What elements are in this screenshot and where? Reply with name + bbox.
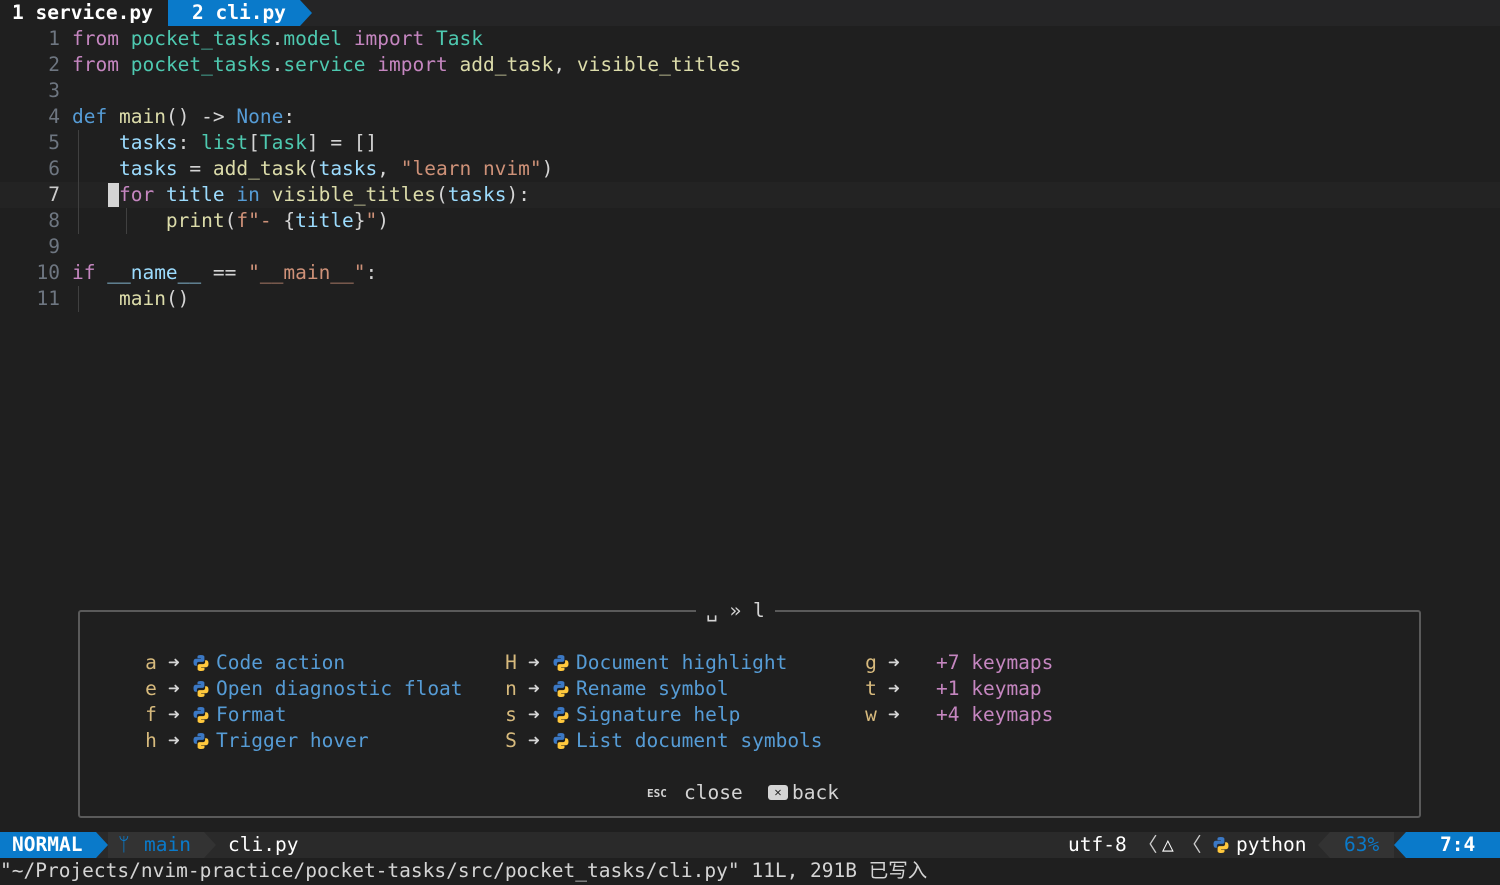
arrow-right-icon: ➜ (168, 677, 180, 700)
arrow-right-icon: ➜ (528, 729, 540, 752)
scroll-percent: 63% (1344, 833, 1380, 856)
code-line[interactable]: def main() -> None: (72, 104, 295, 130)
git-branch: main (144, 833, 191, 856)
percent-separator (1318, 832, 1330, 858)
python-icon (553, 681, 569, 697)
esc-key-icon: ESC (647, 787, 667, 800)
arrow-right-icon: ➜ (168, 703, 180, 726)
tab-separator (300, 0, 312, 26)
line-number: 9 (48, 235, 60, 258)
which-key-key[interactable]: H (504, 650, 518, 676)
chevron-left-icon: 〈 (1138, 833, 1158, 856)
code-line[interactable]: main() (72, 286, 189, 312)
line-number: 6 (48, 157, 60, 180)
python-icon (553, 733, 569, 749)
which-key-action[interactable]: Code action (216, 650, 345, 676)
close-hint[interactable]: close (684, 780, 743, 806)
which-key-action[interactable]: Format (216, 702, 286, 728)
code-line[interactable]: tasks = add_task(tasks, "learn nvim") (72, 156, 553, 182)
which-key-action[interactable]: Signature help (576, 702, 740, 728)
file-encoding: utf-8 (1068, 833, 1127, 856)
which-key-action[interactable]: Trigger hover (216, 728, 369, 754)
line-number: 2 (48, 53, 60, 76)
branch-separator (204, 832, 216, 858)
indent-guide (78, 286, 79, 312)
python-icon (193, 655, 209, 671)
which-key-key[interactable]: h (144, 728, 158, 754)
position-separator (1394, 832, 1406, 858)
line-number: 4 (48, 105, 60, 128)
tabline: 1 service.py 2 cli.py (0, 0, 1500, 26)
arrow-right-icon: ➜ (888, 677, 900, 700)
which-key-action[interactable]: List document symbols (576, 728, 823, 754)
line-number: 3 (48, 79, 60, 102)
arrow-right-icon: ➜ (168, 651, 180, 674)
text-cursor (108, 183, 119, 207)
code-line[interactable]: if __name__ == "__main__": (72, 260, 377, 286)
which-key-group[interactable]: +7 keymaps (936, 650, 1053, 676)
cursor-position: 7:4 (1440, 833, 1476, 856)
arrow-right-icon: ➜ (528, 677, 540, 700)
python-icon (553, 655, 569, 671)
code-line[interactable]: from pocket_tasks.service import add_tas… (72, 52, 741, 78)
statusline: NORMAL ᛘ main cli.py utf-8 〈 △ 〈 python … (0, 832, 1500, 858)
which-key-title: ␣ » l (696, 598, 775, 624)
arrow-right-icon: ➜ (888, 703, 900, 726)
which-key-key[interactable]: n (504, 676, 518, 702)
which-key-key[interactable]: S (504, 728, 518, 754)
backspace-key-icon: ✕ (768, 785, 788, 800)
tab-service-py[interactable]: 1 service.py (0, 0, 168, 26)
arrow-right-icon: ➜ (528, 651, 540, 674)
file-name: cli.py (228, 833, 299, 856)
python-icon (193, 733, 209, 749)
line-number: 1 (48, 27, 60, 50)
which-key-key[interactable]: t (864, 676, 878, 702)
line-number: 7 (48, 183, 60, 206)
which-key-key[interactable]: a (144, 650, 158, 676)
indent-guide (78, 130, 79, 234)
indent-guide (126, 208, 127, 234)
which-key-action[interactable]: Open diagnostic float (216, 676, 463, 702)
code-line[interactable]: print(f"- {title}") (72, 208, 389, 234)
arrow-right-icon: ➜ (888, 651, 900, 674)
linux-icon: △ (1162, 833, 1174, 856)
line-number: 11 (36, 287, 60, 310)
which-key-action[interactable]: Rename symbol (576, 676, 729, 702)
tab-cli-py[interactable]: 2 cli.py (168, 0, 300, 26)
code-line[interactable]: tasks: list[Task] = [] (72, 130, 377, 156)
which-key-key[interactable]: f (144, 702, 158, 728)
python-icon (1213, 837, 1229, 853)
python-icon (193, 681, 209, 697)
line-number: 10 (36, 261, 60, 284)
python-icon (553, 707, 569, 723)
mode-separator (96, 832, 108, 858)
which-key-group[interactable]: +1 keymap (936, 676, 1042, 702)
code-line[interactable]: for title in visible_titles(tasks): (72, 182, 530, 208)
command-line[interactable]: "~/Projects/nvim-practice/pocket-tasks/s… (0, 858, 1500, 885)
which-key-key[interactable]: e (144, 676, 158, 702)
git-branch-icon: ᛘ (118, 833, 130, 856)
code-line[interactable]: from pocket_tasks.model import Task (72, 26, 483, 52)
which-key-key[interactable]: s (504, 702, 518, 728)
which-key-action[interactable]: Document highlight (576, 650, 787, 676)
python-icon (193, 707, 209, 723)
line-number: 5 (48, 131, 60, 154)
chevron-left-icon: 〈 (1182, 833, 1202, 856)
arrow-right-icon: ➜ (528, 703, 540, 726)
mode-indicator: NORMAL (0, 832, 96, 858)
which-key-key[interactable]: g (864, 650, 878, 676)
arrow-right-icon: ➜ (168, 729, 180, 752)
which-key-key[interactable]: w (864, 702, 878, 728)
file-type: python (1236, 833, 1307, 856)
line-number: 8 (48, 209, 60, 232)
back-hint[interactable]: back (792, 780, 839, 806)
which-key-group[interactable]: +4 keymaps (936, 702, 1053, 728)
